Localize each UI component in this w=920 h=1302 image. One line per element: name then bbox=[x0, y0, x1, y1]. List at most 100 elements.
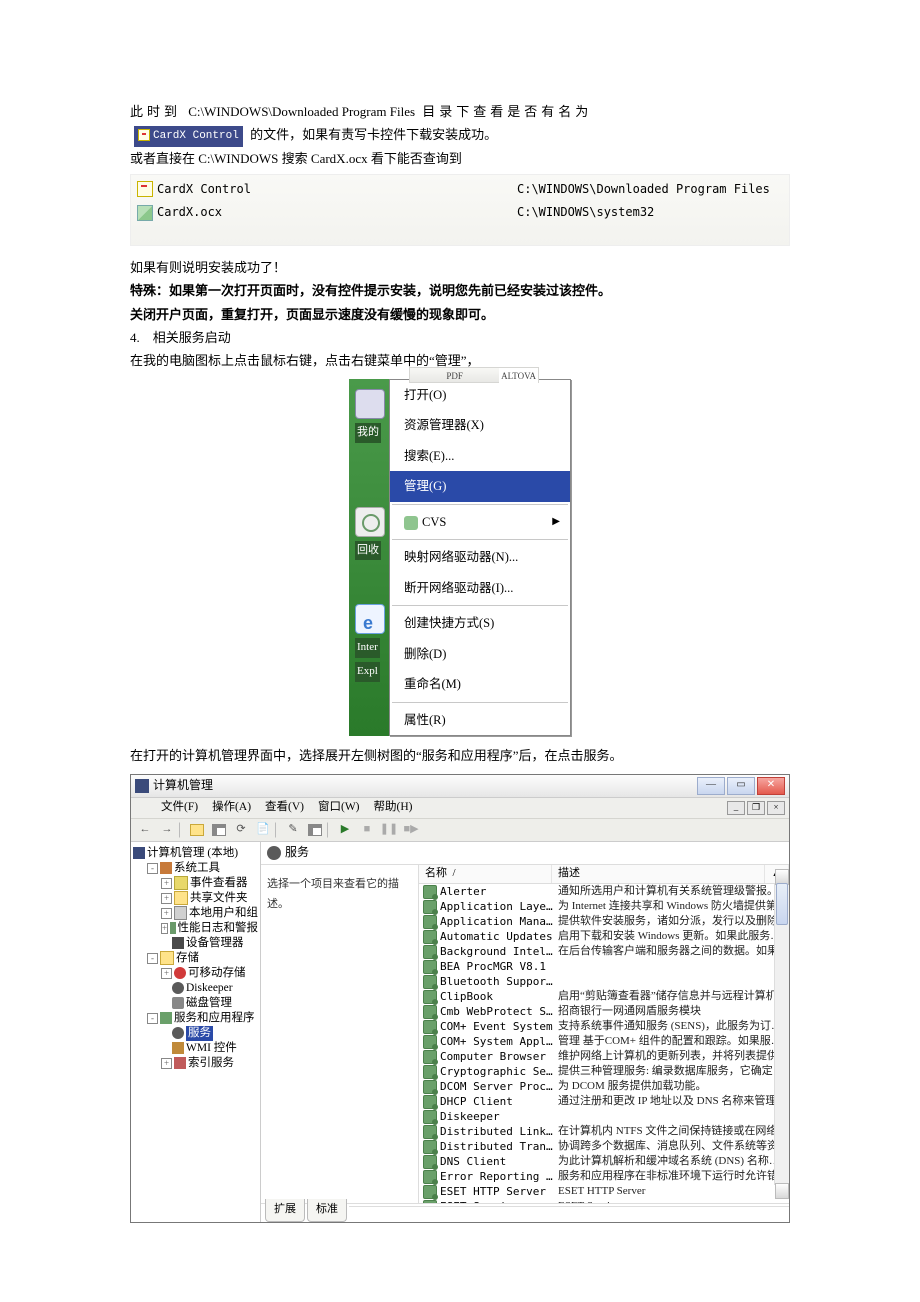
service-row[interactable]: ESET ServiceESET Service bbox=[419, 1199, 789, 1203]
menu-file[interactable]: 文件(F) bbox=[161, 797, 198, 818]
maximize-button[interactable]: ▭ bbox=[727, 777, 755, 795]
tree-node-removable[interactable]: +可移动存储 bbox=[133, 966, 258, 981]
tree-node-services[interactable]: 服务 bbox=[133, 1026, 258, 1041]
minimize-button[interactable]: — bbox=[697, 777, 725, 795]
altova-label: ALTOVA bbox=[499, 368, 538, 384]
menu-item-explorer[interactable]: 资源管理器(X) bbox=[390, 410, 570, 441]
up-folder-button[interactable] bbox=[187, 820, 207, 840]
refresh-button[interactable]: ⟳ bbox=[231, 820, 251, 840]
service-icon bbox=[423, 885, 437, 899]
services-list[interactable]: 名称 / 描述 ▲ Alerter通知所选用户和计算机有关系统管理级警报。如果服… bbox=[419, 865, 789, 1203]
tree-node-diskmgmt[interactable]: 磁盘管理 bbox=[133, 996, 258, 1011]
service-row[interactable]: ClipBook启用“剪贴簿查看器”储存信息并与远程计算机共享。如... bbox=[419, 989, 789, 1004]
ocx-icon bbox=[137, 181, 153, 197]
tree-node-svcapps[interactable]: -服务和应用程序 bbox=[133, 1011, 258, 1026]
vertical-scrollbar[interactable] bbox=[774, 883, 789, 1185]
service-name: Diskeeper bbox=[440, 1109, 558, 1124]
menu-window[interactable]: 窗口(W) bbox=[318, 797, 360, 818]
tree-node-event[interactable]: +事件查看器 bbox=[133, 876, 258, 891]
menu-item-properties[interactable]: 属性(R) bbox=[390, 705, 570, 736]
properties-button[interactable]: ✎ bbox=[283, 820, 303, 840]
mdi-minimize-button[interactable]: _ bbox=[727, 801, 745, 815]
mdi-restore-button[interactable]: ❐ bbox=[747, 801, 765, 815]
tab-standard[interactable]: 标准 bbox=[307, 1199, 347, 1222]
services-header: 服务 bbox=[261, 842, 789, 865]
recycle-bin-icon[interactable]: 回收 bbox=[355, 507, 385, 561]
tree-node-systools[interactable]: -系统工具 bbox=[133, 861, 258, 876]
service-row[interactable]: Distributed Link T...在计算机内 NTFS 文件之间保持链接… bbox=[419, 1124, 789, 1139]
tree-node-shares[interactable]: +共享文件夹 bbox=[133, 891, 258, 906]
menu-item-rename[interactable]: 重命名(M) bbox=[390, 669, 570, 700]
service-row[interactable]: Application Layer ...为 Internet 连接共享和 Wi… bbox=[419, 899, 789, 914]
service-row[interactable]: Background Intelli...在后台传输客户端和服务器之间的数据。如… bbox=[419, 944, 789, 959]
service-row[interactable]: DNS Client为此计算机解析和缓冲域名系统 (DNS) 名称。如果此服务.… bbox=[419, 1154, 789, 1169]
menu-item-search[interactable]: 搜索(E)... bbox=[390, 441, 570, 472]
tree-node-storage[interactable]: -存储 bbox=[133, 951, 258, 966]
menu-action[interactable]: 操作(A) bbox=[212, 797, 251, 818]
scroll-thumb[interactable] bbox=[776, 883, 788, 925]
start-service-button[interactable]: ▶ bbox=[335, 820, 355, 840]
tree-node-root[interactable]: 计算机管理 (本地) bbox=[133, 846, 258, 861]
service-row[interactable]: ESET HTTP ServerESET HTTP Server bbox=[419, 1184, 789, 1199]
cardx-control-badge: CardX Control bbox=[134, 126, 243, 148]
column-headers[interactable]: 名称 / 描述 ▲ bbox=[419, 865, 789, 884]
service-row[interactable]: Automatic Updates启用下载和安装 Windows 更新。如果此服… bbox=[419, 929, 789, 944]
hint-text: 选择一个项目来查看它的描述。 bbox=[267, 878, 399, 910]
tree-node-device[interactable]: 设备管理器 bbox=[133, 936, 258, 951]
service-row[interactable]: Alerter通知所选用户和计算机有关系统管理级警报。如果服务停... bbox=[419, 884, 789, 899]
stop-service-button[interactable]: ■ bbox=[357, 820, 377, 840]
export-button[interactable]: 📄 bbox=[253, 820, 273, 840]
service-row[interactable]: BEA ProcMGR V8.1 bbox=[419, 959, 789, 974]
service-row[interactable]: DCOM Server Proces...为 DCOM 服务提供加载功能。 bbox=[419, 1079, 789, 1094]
service-icon bbox=[423, 1095, 437, 1109]
close-button[interactable]: ✕ bbox=[757, 777, 785, 795]
tree-view[interactable]: 计算机管理 (本地) -系统工具 +事件查看器 +共享文件夹 +本地用户和组 +… bbox=[131, 842, 261, 1222]
service-row[interactable]: Bluetooth Support ... bbox=[419, 974, 789, 989]
paragraph-5: 关闭开户页面，重复打开，页面显示速度没有缓慢的现象即可。 bbox=[130, 303, 790, 326]
tree-node-diskeeper[interactable]: Diskeeper bbox=[133, 981, 258, 996]
service-row[interactable]: DHCP Client通过注册和更改 IP 地址以及 DNS 名称来管理网络配置… bbox=[419, 1094, 789, 1109]
menu-separator bbox=[392, 702, 568, 703]
service-row[interactable]: Distributed Transa...协调跨多个数据库、消息队列、文件系统等… bbox=[419, 1139, 789, 1154]
service-row[interactable]: Diskeeper bbox=[419, 1109, 789, 1124]
tree-node-wmi[interactable]: WMI 控件 bbox=[133, 1041, 258, 1056]
menu-view[interactable]: 查看(V) bbox=[265, 797, 304, 818]
service-row[interactable]: Computer Browser维护网络上计算机的更新列表，并将列表提供给计算机… bbox=[419, 1049, 789, 1064]
forward-button[interactable]: → bbox=[157, 820, 177, 840]
service-row[interactable]: Cryptographic Serv...提供三种管理服务: 编录数据库服务，它… bbox=[419, 1064, 789, 1079]
service-row[interactable]: Error Reporting Se...服务和应用程序在非标准环境下运行时允许… bbox=[419, 1169, 789, 1184]
ie-icon[interactable]: Inter Expl bbox=[355, 604, 385, 682]
pause-service-button[interactable]: ❚❚ bbox=[379, 820, 399, 840]
service-name: Automatic Updates bbox=[440, 929, 558, 944]
tab-extended[interactable]: 扩展 bbox=[265, 1199, 305, 1222]
menu-item-disconnect-drive[interactable]: 断开网络驱动器(I)... bbox=[390, 573, 570, 604]
list-item[interactable]: CardX.ocx C:\WINDOWS\system32 bbox=[137, 201, 783, 225]
tree-node-index[interactable]: +索引服务 bbox=[133, 1056, 258, 1071]
service-row[interactable]: Cmb WebProtect Sup...招商银行一网通网盾服务模块 bbox=[419, 1004, 789, 1019]
mdi-close-button[interactable]: × bbox=[767, 801, 785, 815]
menu-item-shortcut[interactable]: 创建快捷方式(S) bbox=[390, 608, 570, 639]
menu-help[interactable]: 帮助(H) bbox=[374, 797, 413, 818]
tree-node-users[interactable]: +本地用户和组 bbox=[133, 906, 258, 921]
my-computer-icon[interactable]: 我的 bbox=[355, 389, 385, 443]
column-name[interactable]: 名称 / bbox=[419, 865, 552, 883]
service-icon bbox=[423, 1170, 437, 1184]
service-row[interactable]: COM+ Event System支持系统事件通知服务 (SENS)，此服务为订… bbox=[419, 1019, 789, 1034]
menu-item-map-drive[interactable]: 映射网络驱动器(N)... bbox=[390, 542, 570, 573]
service-desc: 管理 基于COM+ 组件的配置和跟踪。如果服务停止，大多... bbox=[558, 1034, 789, 1049]
restart-service-button[interactable]: ■▶ bbox=[401, 820, 421, 840]
view-button[interactable] bbox=[209, 820, 229, 840]
column-desc[interactable]: 描述 bbox=[552, 865, 765, 883]
paragraph-1b: CardX Control 的文件，如果有责写卡控件下载安装成功。 bbox=[130, 123, 790, 147]
menu-item-delete[interactable]: 删除(D) bbox=[390, 639, 570, 670]
tree-node-perf[interactable]: +性能日志和警报 bbox=[133, 921, 258, 936]
service-row[interactable]: COM+ System Applic...管理 基于COM+ 组件的配置和跟踪。… bbox=[419, 1034, 789, 1049]
menu-item-cvs[interactable]: CVS ▶ bbox=[390, 507, 570, 538]
menu-item-open[interactable]: 打开(O) bbox=[390, 380, 570, 411]
menu-item-manage[interactable]: 管理(G) bbox=[390, 471, 570, 502]
window-titlebar[interactable]: 计算机管理 — ▭ ✕ bbox=[131, 775, 789, 798]
back-button[interactable]: ← bbox=[135, 820, 155, 840]
service-row[interactable]: Application Manage...提供软件安装服务，诸如分派，发行以及删… bbox=[419, 914, 789, 929]
list-item[interactable]: CardX Control C:\WINDOWS\Downloaded Prog… bbox=[137, 178, 783, 202]
help-button[interactable] bbox=[305, 820, 325, 840]
